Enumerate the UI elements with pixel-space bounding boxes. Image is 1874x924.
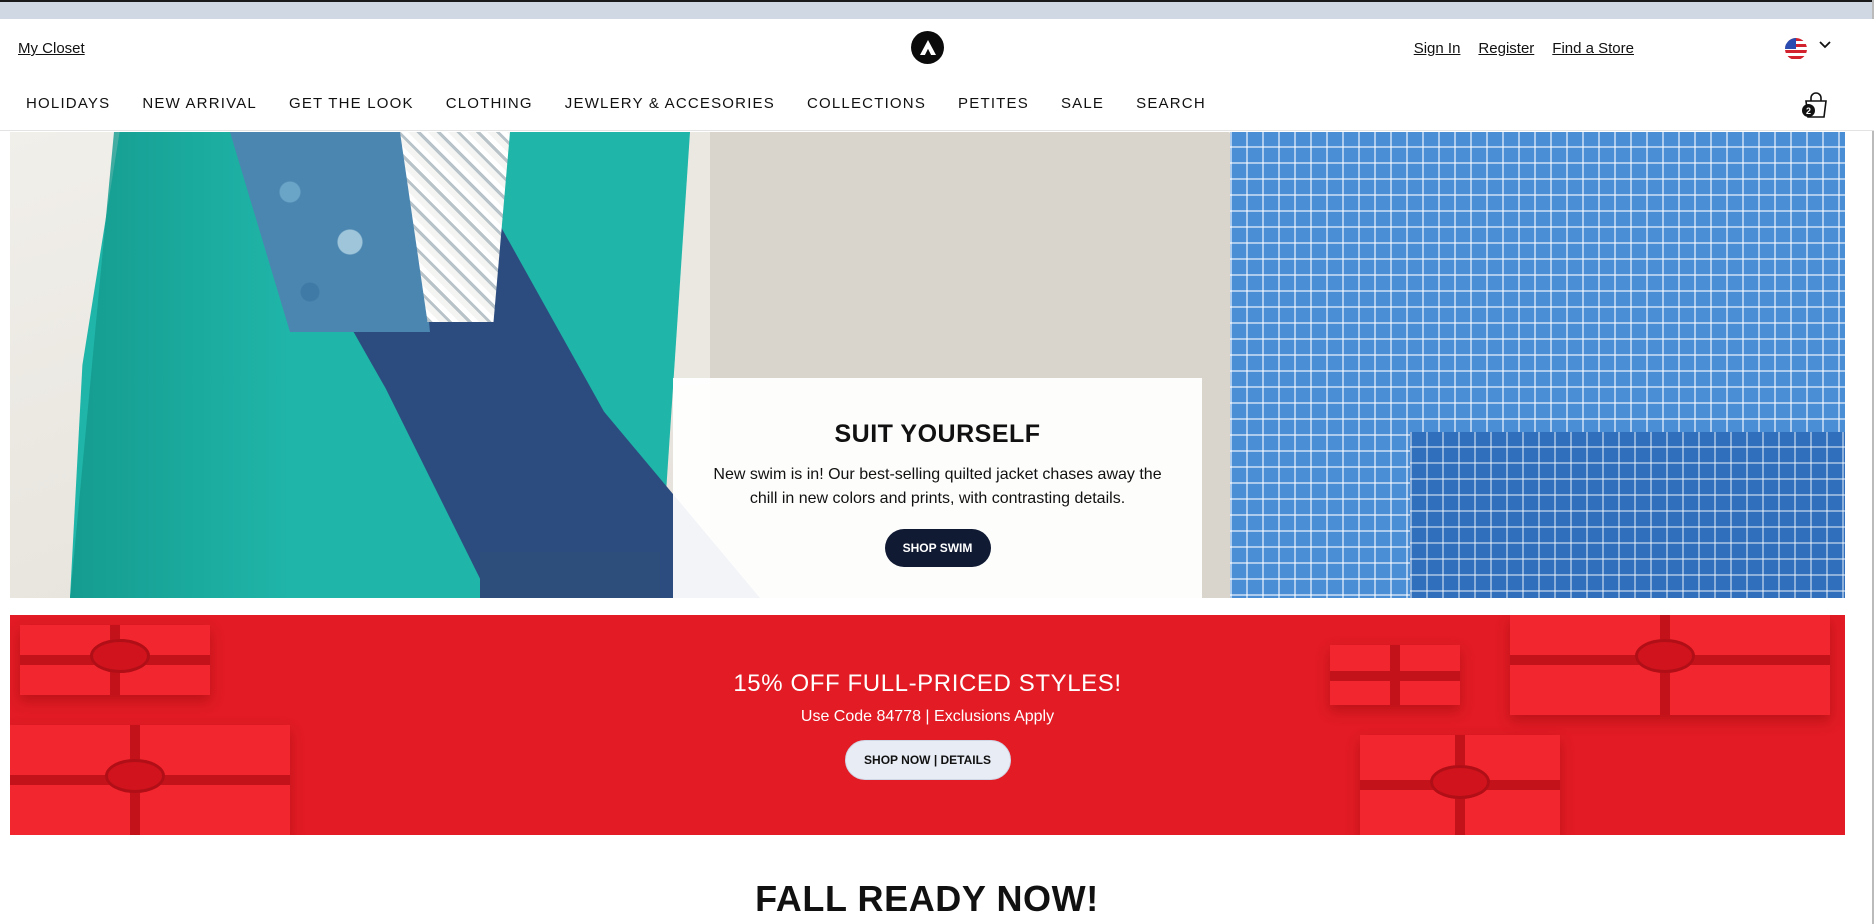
hero-pool-side — [1410, 432, 1845, 598]
nav-item-petites[interactable]: PETITES — [958, 95, 1029, 112]
nav-item-get-the-look[interactable]: GET THE LOOK — [289, 95, 414, 112]
hero-title: SUIT YOURSELF — [834, 420, 1041, 448]
nav-item-clothing[interactable]: CLOTHING — [446, 95, 533, 112]
brand-logo[interactable] — [911, 31, 944, 64]
hero-model-jeans — [480, 552, 660, 598]
nav-item-holidays[interactable]: HOLIDAYS — [26, 95, 110, 112]
main-nav: HOLIDAYS NEW ARRIVAL GET THE LOOK CLOTHI… — [26, 95, 1238, 112]
find-store-link[interactable]: Find a Store — [1552, 40, 1634, 57]
hero-promo-card: SUIT YOURSELF New swim is in! Our best-s… — [673, 378, 1202, 598]
my-closet-link[interactable]: My Closet — [18, 40, 85, 57]
nav-item-search[interactable]: SEARCH — [1136, 95, 1206, 112]
promo-banner: 15% OFF FULL-PRICED STYLES! Use Code 847… — [10, 615, 1845, 835]
nav-item-new-arrival[interactable]: NEW ARRIVAL — [142, 95, 257, 112]
nav-item-jewelry[interactable]: JEWLERY & ACCESORIES — [565, 95, 775, 112]
nav-item-sale[interactable]: SALE — [1061, 95, 1104, 112]
gift-box-decoration — [1510, 615, 1830, 715]
promo-subtitle: Use Code 84778 | Exclusions Apply — [800, 708, 1055, 725]
us-flag-icon[interactable] — [1785, 38, 1807, 60]
hero-banner: SUIT YOURSELF New swim is in! Our best-s… — [10, 132, 1845, 598]
account-links: Sign In Register Find a Store — [1414, 40, 1634, 57]
hero-description: New swim is in! Our best-selling quilted… — [713, 466, 1162, 507]
sign-in-link[interactable]: Sign In — [1414, 40, 1461, 57]
logo-icon — [919, 39, 936, 55]
chevron-down-icon[interactable] — [1817, 37, 1833, 53]
shop-swim-button[interactable]: SHOP SWIM — [884, 529, 991, 567]
cart-count-badge: 2 — [1802, 104, 1815, 117]
shop-now-details-button[interactable]: SHOP NOW | DETAILS — [844, 740, 1011, 780]
browser-top-strip — [0, 0, 1874, 19]
section-title: FALL READY NOW! — [755, 878, 1099, 919]
register-link[interactable]: Register — [1478, 40, 1534, 57]
gift-box-decoration — [10, 725, 290, 835]
promo-title: 15% OFF FULL-PRICED STYLES! — [733, 670, 1122, 697]
site-header: My Closet Sign In Register Find a Store … — [0, 19, 1874, 131]
nav-item-collections[interactable]: COLLECTIONS — [807, 95, 926, 112]
gift-box-decoration — [1360, 735, 1560, 835]
